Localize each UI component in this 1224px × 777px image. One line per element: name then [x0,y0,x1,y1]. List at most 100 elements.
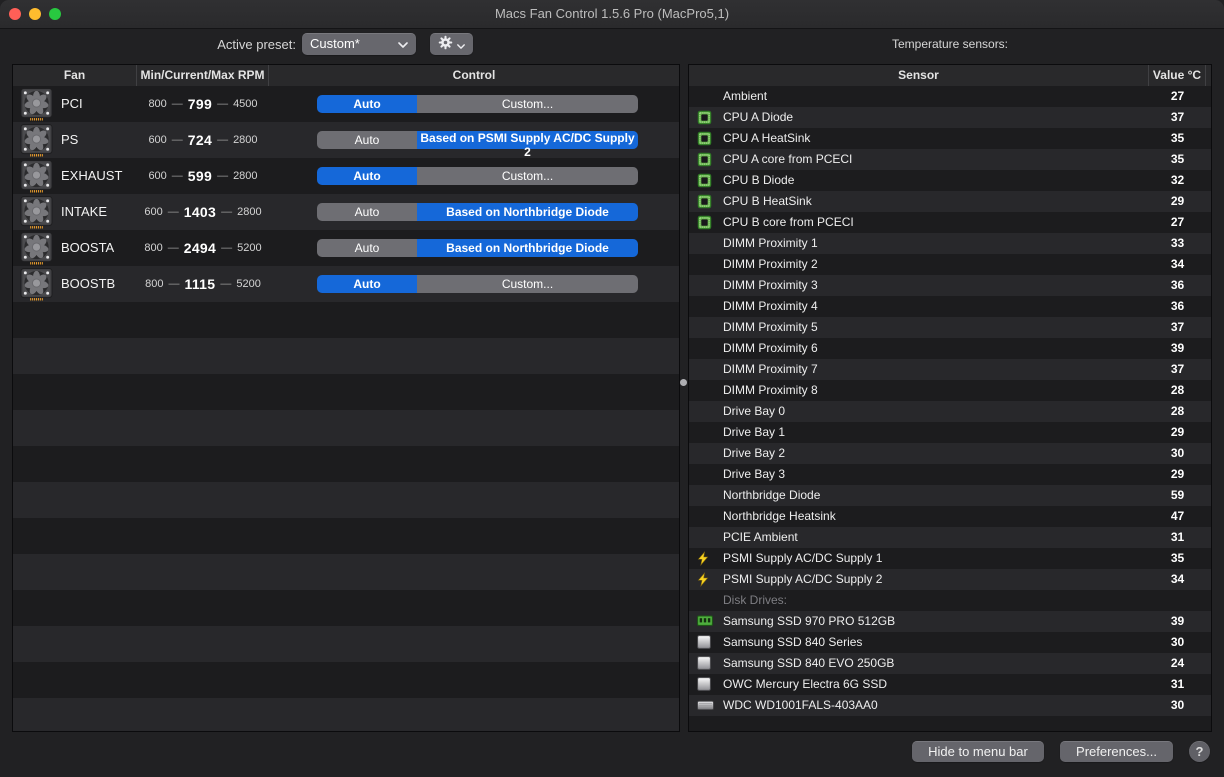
splitter-handle[interactable] [680,379,687,386]
nvme-ssd-icon [697,614,713,629]
sensor-row[interactable]: Samsung SSD 840 EVO 250GB 24 [689,653,1211,674]
sensor-row[interactable]: PSMI Supply AC/DC Supply 1 35 [689,548,1211,569]
sensor-value: 39 [1170,341,1185,355]
sensor-row[interactable]: CPU A HeatSink 35 [689,128,1211,149]
sensor-value: 59 [1170,488,1185,502]
auto-button[interactable]: Auto [317,95,417,113]
custom-mode-button[interactable]: Based on PSMI Supply AC/DC Supply 2 [417,131,638,159]
fan-rpm-values: 600 — 1403 — 2800 [135,194,271,230]
sensor-row[interactable]: CPU B core from PCECI 27 [689,212,1211,233]
sensor-row[interactable]: Northbridge Diode 59 [689,485,1211,506]
cpu-chip-icon [697,215,712,230]
fan-rpm-values: 800 — 799 — 4500 [135,86,271,122]
sensor-table: Sensor Value °C Ambient 27 CPU A Diode 37 CP… [688,64,1212,732]
fan-name: PS [61,132,79,147]
sensor-row[interactable]: Drive Bay 2 30 [689,443,1211,464]
sensor-name: DIMM Proximity 1 [723,236,818,250]
sensor-row[interactable]: PCIE Ambient 31 [689,527,1211,548]
rpm-separator: — [171,134,183,146]
sensor-row[interactable]: DIMM Proximity 4 36 [689,296,1211,317]
rpm-separator: — [217,134,229,146]
sensor-row[interactable]: PSMI Supply AC/DC Supply 2 34 [689,569,1211,590]
sensor-row[interactable]: DIMM Proximity 7 37 [689,359,1211,380]
fan-icon [20,87,53,121]
sensor-name: DIMM Proximity 8 [723,383,818,397]
sensor-value: 27 [1170,215,1185,229]
sensor-row[interactable]: Samsung SSD 840 Series 30 [689,632,1211,653]
nvme-ssd-icon [697,615,713,626]
sensor-value: 30 [1170,446,1185,460]
custom-mode-button[interactable]: Custom... [417,167,638,185]
close-button[interactable] [9,8,21,20]
sensor-name: DIMM Proximity 4 [723,299,818,313]
auto-button[interactable]: Auto [317,131,417,149]
hdd-icon [697,700,714,710]
sensor-value: 32 [1170,173,1185,187]
value-column-header[interactable]: Value °C [1149,65,1206,86]
sensor-value: 31 [1170,530,1185,544]
sensor-value: 37 [1170,320,1185,334]
custom-mode-button[interactable]: Custom... [417,275,638,293]
custom-mode-button[interactable]: Based on Northbridge Diode [417,203,638,221]
sensor-value: 35 [1170,152,1185,166]
sensor-row[interactable]: Drive Bay 0 28 [689,401,1211,422]
rpm-min: 800 [145,278,164,290]
auto-button[interactable]: Auto [317,167,417,185]
rpm-separator: — [167,242,179,254]
sensor-value: 31 [1170,677,1185,691]
sensor-name: Samsung SSD 840 Series [723,635,863,649]
custom-mode-button[interactable]: Based on Northbridge Diode [417,239,638,257]
fan-name: INTAKE [61,204,107,219]
auto-button[interactable]: Auto [317,275,417,293]
sensor-value: 39 [1170,614,1185,628]
sensor-row[interactable]: Drive Bay 1 29 [689,422,1211,443]
sensor-row[interactable]: DIMM Proximity 6 39 [689,338,1211,359]
fan-rpm-values: 600 — 724 — 2800 [135,122,271,158]
chevron-down-icon [398,33,408,55]
sensor-column-header[interactable]: Sensor [689,65,1149,86]
sensor-value: 30 [1170,635,1185,649]
fan-rpm-values: 800 — 2494 — 5200 [135,230,271,266]
sensor-row[interactable]: OWC Mercury Electra 6G SSD 31 [689,674,1211,695]
fan-name: BOOSTB [61,276,116,291]
sensor-row[interactable]: WDC WD1001FALS-403AA0 30 [689,695,1211,716]
sensor-row[interactable]: Ambient 27 [689,86,1211,107]
fan-name: EXHAUST [61,168,123,183]
preset-actions-button[interactable] [430,33,473,55]
auto-button[interactable]: Auto [317,239,417,257]
sensor-row[interactable]: CPU B Diode 32 [689,170,1211,191]
sensor-name: Northbridge Heatsink [723,509,836,523]
cpu-chip-icon [697,131,713,146]
minimize-button[interactable] [29,8,41,20]
rpm-separator: — [217,98,229,110]
rpm-current: 2494 [183,240,217,256]
preferences-button[interactable]: Preferences... [1060,741,1173,762]
fan-icon [20,123,53,157]
sensor-value: 30 [1170,698,1185,712]
sensor-row[interactable]: DIMM Proximity 2 34 [689,254,1211,275]
sensor-row[interactable]: DIMM Proximity 5 37 [689,317,1211,338]
rpm-separator: — [168,278,180,290]
zoom-button[interactable] [49,8,61,20]
auto-button[interactable]: Auto [317,203,417,221]
sensor-value: 36 [1170,299,1185,313]
sensor-row[interactable]: DIMM Proximity 3 36 [689,275,1211,296]
sensor-row[interactable]: Drive Bay 3 29 [689,464,1211,485]
preset-dropdown[interactable]: Custom* [302,33,416,55]
fan-column-header[interactable]: Fan [13,65,137,86]
sensor-row[interactable]: CPU A Diode 37 [689,107,1211,128]
sensor-row[interactable]: CPU B HeatSink 29 [689,191,1211,212]
sensor-row[interactable]: DIMM Proximity 1 33 [689,233,1211,254]
custom-mode-button[interactable]: Custom... [417,95,638,113]
rpm-column-header[interactable]: Min/Current/Max RPM [137,65,269,86]
sensor-row[interactable]: DIMM Proximity 8 28 [689,380,1211,401]
sensor-name: CPU B HeatSink [723,194,812,208]
hide-to-menu-bar-button[interactable]: Hide to menu bar [912,741,1044,762]
sensor-name: DIMM Proximity 7 [723,362,818,376]
sensor-row[interactable]: Northbridge Heatsink 47 [689,506,1211,527]
help-button[interactable]: ? [1189,741,1210,762]
sensor-row[interactable]: Samsung SSD 970 PRO 512GB 39 [689,611,1211,632]
sensor-row[interactable]: CPU A core from PCECI 35 [689,149,1211,170]
control-column-header[interactable]: Control [269,65,679,86]
fan-name: BOOSTA [61,240,115,255]
